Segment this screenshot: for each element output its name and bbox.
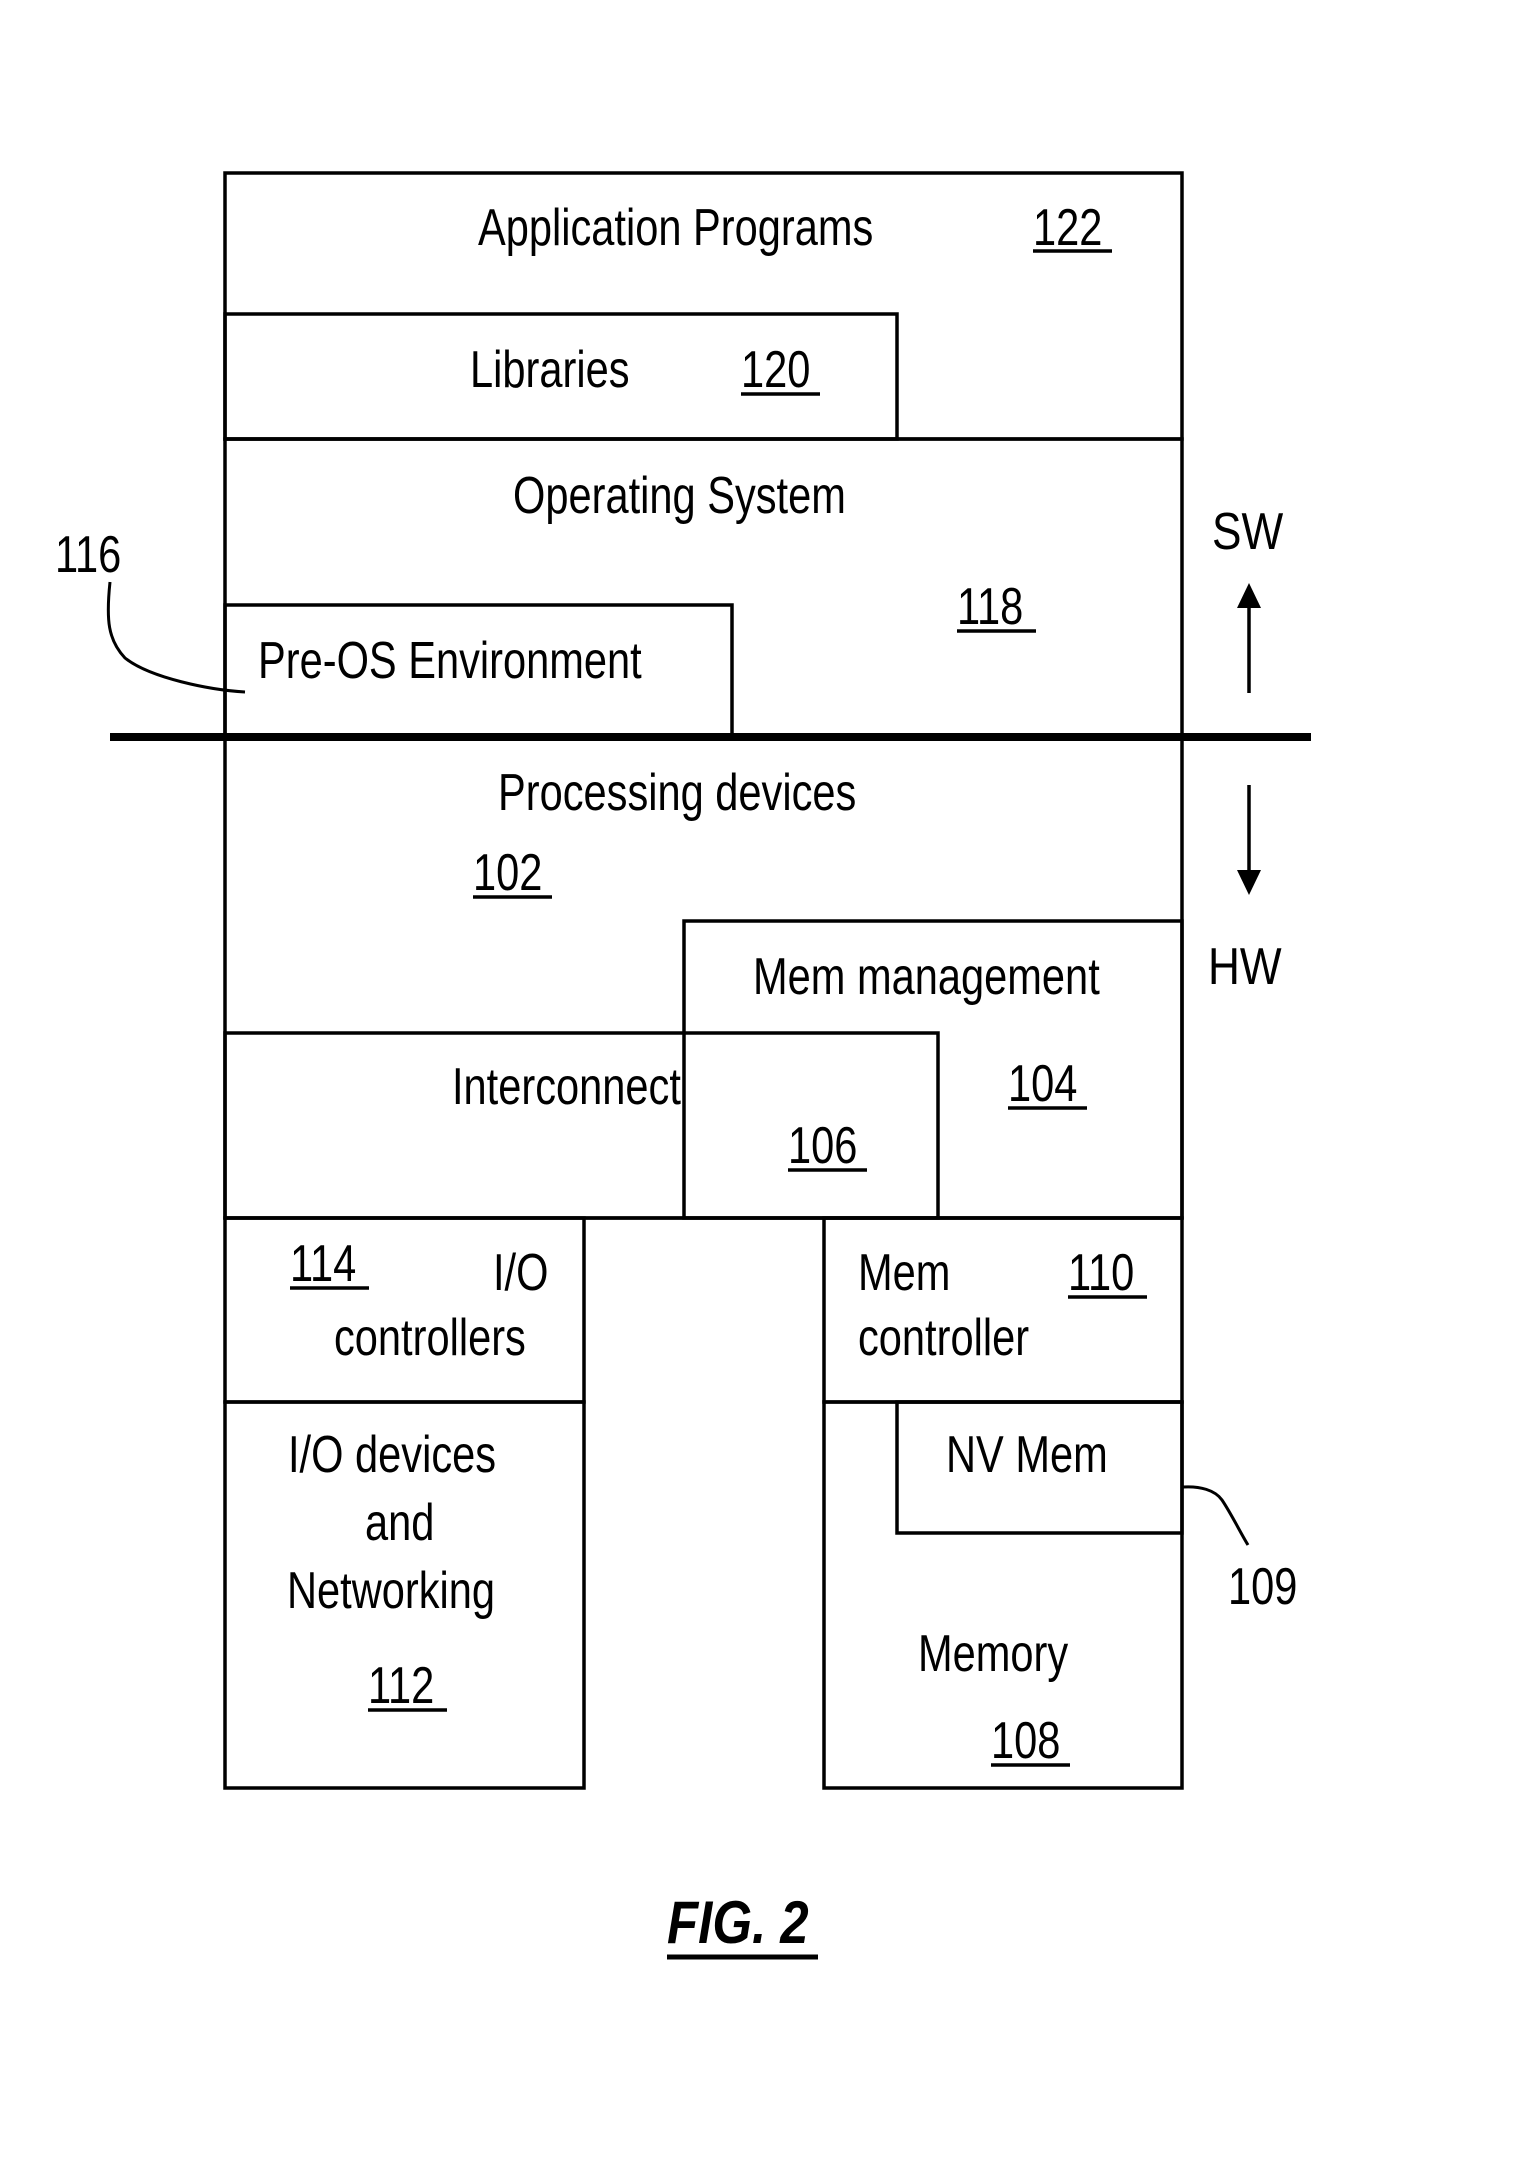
pre-os-environment-label: Pre-OS Environment — [258, 631, 642, 690]
arrow-down-icon — [1237, 870, 1261, 895]
interconnect-label: Interconnect — [452, 1057, 681, 1116]
libraries-label: Libraries — [470, 340, 630, 399]
application-programs-label: Application Programs — [478, 198, 873, 257]
io-devices-ref: 112 — [368, 1656, 434, 1715]
patent-figure: Application Programs 122 Libraries 120 O… — [0, 0, 1525, 2152]
pre-os-environment-ref: 116 — [55, 525, 121, 584]
memory-ref: 108 — [991, 1711, 1060, 1770]
io-controllers-label-line2: controllers — [334, 1308, 526, 1367]
operating-system-ref: 118 — [957, 577, 1023, 636]
diagram-canvas: Application Programs 122 Libraries 120 O… — [55, 171, 1311, 1960]
sw-label: SW — [1212, 503, 1284, 561]
io-devices-label-line2: and — [365, 1493, 434, 1552]
io-controllers-label-line1: I/O — [493, 1243, 548, 1302]
sw-arrow — [1237, 583, 1261, 693]
hw-arrow — [1237, 785, 1261, 895]
processing-devices-label: Processing devices — [498, 763, 856, 822]
processing-devices-ref: 102 — [473, 843, 542, 902]
hw-label: HW — [1208, 938, 1282, 996]
mem-management-ref: 104 — [1008, 1054, 1077, 1113]
mem-controller-label-line1: Mem — [858, 1243, 950, 1302]
nv-mem-label: NV Mem — [946, 1425, 1108, 1484]
arrow-up-icon — [1237, 583, 1261, 608]
libraries-ref: 120 — [741, 340, 810, 399]
leader-line-109 — [1182, 1485, 1250, 1546]
nv-mem-ref: 109 — [1228, 1557, 1297, 1616]
io-controllers-ref: 114 — [290, 1234, 356, 1293]
mem-management-label: Mem management — [753, 947, 1100, 1006]
mem-controller-ref: 110 — [1068, 1243, 1134, 1302]
figure-caption: FIG. 2 — [667, 1889, 809, 1956]
interconnect-ref: 106 — [788, 1116, 857, 1175]
io-devices-label-line1: I/O devices — [288, 1425, 496, 1484]
io-devices-label-line3: Networking — [287, 1561, 495, 1620]
mem-controller-label-line2: controller — [858, 1308, 1029, 1367]
operating-system-label: Operating System — [513, 466, 846, 525]
memory-label: Memory — [918, 1624, 1069, 1683]
application-programs-ref: 122 — [1033, 198, 1102, 257]
